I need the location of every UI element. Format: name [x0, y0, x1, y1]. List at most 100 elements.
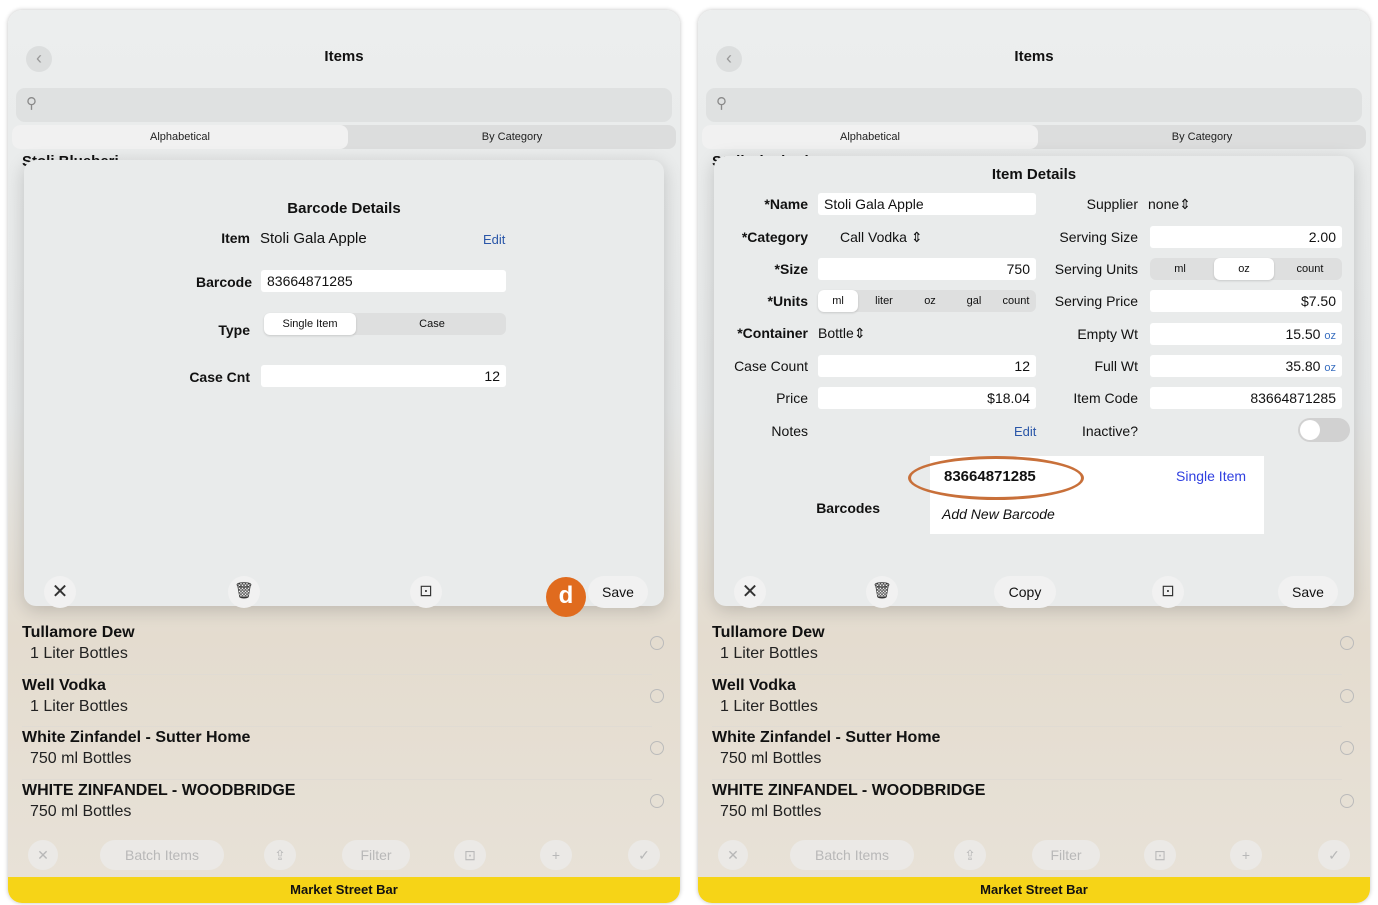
tab-by-category[interactable]: By Category [348, 125, 676, 149]
list-item[interactable]: WHITE ZINFANDEL - WOODBRIDGE 750 ml Bottl… [8, 780, 680, 833]
barcode-details-modal: Barcode Details Item Stoli Gala Apple Ed… [24, 160, 664, 608]
batch-items-button[interactable]: Batch Items [100, 840, 224, 870]
case-cnt-field[interactable]: 12 [261, 365, 506, 387]
inactive-label: Inactive? [1081, 423, 1138, 439]
location-footer: Market Street Bar [698, 877, 1370, 903]
price-field[interactable]: $18.04 [818, 387, 1036, 409]
category-picker[interactable]: Call Vodka ⇕ [840, 229, 923, 246]
serving-units-option-ml[interactable]: ml [1154, 258, 1206, 280]
item-code-label: Item Code [1073, 390, 1138, 406]
units-option-oz[interactable]: oz [910, 290, 950, 312]
list-item[interactable]: WHITE ZINFANDEL - WOODBRIDGE 750 ml Bottl… [698, 780, 1370, 833]
units-segmented-control: ml liter oz gal count [818, 290, 1036, 312]
add-new-barcode-link[interactable]: Add New Barcode [942, 506, 1055, 522]
info-icon[interactable] [650, 741, 664, 755]
trash-icon[interactable]: 🗑 [866, 576, 898, 608]
barcode-type-link[interactable]: Single Item [1176, 468, 1246, 484]
item-name: WHITE ZINFANDEL - WOODBRIDGE [22, 781, 296, 799]
edit-link[interactable]: Edit [483, 232, 505, 247]
list-item[interactable]: Well Vodka 1 Liter Bottles [698, 675, 1370, 727]
item-size: 750 ml Bottles [30, 802, 132, 820]
size-field[interactable]: 750 [818, 258, 1036, 280]
serving-size-field[interactable]: 2.00 [1150, 226, 1342, 248]
info-icon[interactable] [650, 636, 664, 650]
info-icon[interactable] [1340, 793, 1354, 808]
scan-icon[interactable]: ⊡ [1144, 840, 1176, 870]
barcode-label: Barcode [195, 274, 252, 290]
inactive-toggle[interactable] [1298, 418, 1350, 442]
name-label: *Name [764, 196, 808, 212]
units-option-gal[interactable]: gal [954, 290, 994, 312]
notes-edit-link[interactable]: Edit [1014, 424, 1036, 439]
filter-button[interactable]: Filter [1032, 840, 1100, 870]
full-wt-field[interactable]: 35.80 oz [1150, 355, 1342, 377]
supplier-picker[interactable]: none⇕ [1148, 196, 1191, 213]
serving-price-label: Serving Price [1054, 293, 1138, 309]
list-item[interactable]: Tullamore Dew 1 Liter Bottles [8, 622, 680, 675]
type-option-single-item[interactable]: Single Item [264, 313, 356, 335]
search-icon: ⚲ [26, 95, 37, 112]
list-item[interactable]: Tullamore Dew 1 Liter Bottles [698, 622, 1370, 675]
serving-units-option-count[interactable]: count [1280, 258, 1340, 280]
modal-title: Barcode Details [287, 200, 401, 217]
right-panel: ‹ Items ⚲ Alphabetical By Category Stoli… [698, 10, 1370, 903]
container-picker[interactable]: Bottle⇕ [818, 325, 866, 342]
close-icon[interactable]: ✕ [718, 840, 748, 870]
filter-button[interactable]: Filter [342, 840, 410, 870]
checkmark-icon[interactable]: ✓ [628, 840, 660, 870]
save-button[interactable]: Save [1278, 576, 1338, 608]
save-button[interactable]: Save [588, 576, 648, 608]
info-icon[interactable] [1340, 688, 1354, 703]
info-icon[interactable] [650, 793, 664, 808]
tab-alphabetical[interactable]: Alphabetical [12, 125, 348, 149]
add-icon[interactable]: + [540, 840, 572, 870]
batch-items-button[interactable]: Batch Items [790, 840, 914, 870]
list-item[interactable]: Well Vodka 1 Liter Bottles [8, 675, 680, 727]
type-option-case[interactable]: Case [384, 313, 480, 335]
item-size: 750 ml Bottles [720, 802, 822, 820]
units-label: *Units [767, 293, 808, 309]
add-icon[interactable]: + [1230, 840, 1262, 870]
close-icon[interactable]: ✕ [734, 576, 766, 608]
info-icon[interactable] [650, 688, 664, 703]
info-icon[interactable] [1340, 636, 1354, 650]
item-value: Stoli Gala Apple [260, 230, 367, 247]
chevron-updown-icon: ⇕ [1179, 196, 1191, 212]
serving-units-option-oz[interactable]: oz [1214, 258, 1274, 280]
nav-title: Items [324, 48, 364, 65]
share-icon[interactable]: ⇪ [264, 840, 296, 870]
info-icon[interactable] [1340, 741, 1354, 755]
full-wt-unit: oz [1324, 362, 1336, 374]
scan-icon[interactable]: ⊡ [410, 576, 442, 608]
case-count-field[interactable]: 12 [818, 355, 1036, 377]
item-code-field[interactable]: 83664871285 [1150, 387, 1342, 409]
list-item[interactable]: White Zinfandel - Sutter Home 750 ml Bott… [698, 727, 1370, 780]
name-field[interactable]: Stoli Gala Apple [818, 193, 1036, 215]
scan-icon[interactable]: ⊡ [454, 840, 486, 870]
trash-icon[interactable]: 🗑 [228, 576, 260, 608]
barcodes-label: Barcodes [816, 500, 880, 516]
empty-wt-field[interactable]: 15.50 oz [1150, 323, 1342, 345]
highlight-ellipse [908, 456, 1084, 500]
scan-icon[interactable]: ⊡ [1152, 576, 1184, 608]
search-bar[interactable]: ⚲ [706, 88, 1362, 122]
tab-alphabetical[interactable]: Alphabetical [702, 125, 1038, 149]
copy-button[interactable]: Copy [994, 576, 1056, 608]
share-icon[interactable]: ⇪ [954, 840, 986, 870]
checkmark-icon[interactable]: ✓ [1318, 840, 1350, 870]
bottom-toolbar: ✕ Batch Items ⇪ Filter ⊡ + ✓ [8, 836, 680, 876]
item-name: White Zinfandel - Sutter Home [22, 729, 251, 746]
tab-by-category[interactable]: By Category [1038, 125, 1366, 149]
units-option-count[interactable]: count [996, 290, 1036, 312]
units-option-liter[interactable]: liter [862, 290, 906, 312]
item-name: Well Vodka [712, 676, 796, 694]
search-bar[interactable]: ⚲ [16, 88, 672, 122]
close-icon[interactable]: ✕ [44, 576, 76, 608]
barcode-field[interactable]: 83664871285 [261, 270, 506, 292]
item-name: Tullamore Dew [712, 624, 825, 641]
serving-price-field[interactable]: $7.50 [1150, 290, 1342, 312]
close-icon[interactable]: ✕ [28, 840, 58, 870]
supplier-value: none [1148, 196, 1180, 212]
units-option-ml[interactable]: ml [818, 290, 858, 312]
list-item[interactable]: White Zinfandel - Sutter Home 750 ml Bott… [8, 727, 680, 780]
